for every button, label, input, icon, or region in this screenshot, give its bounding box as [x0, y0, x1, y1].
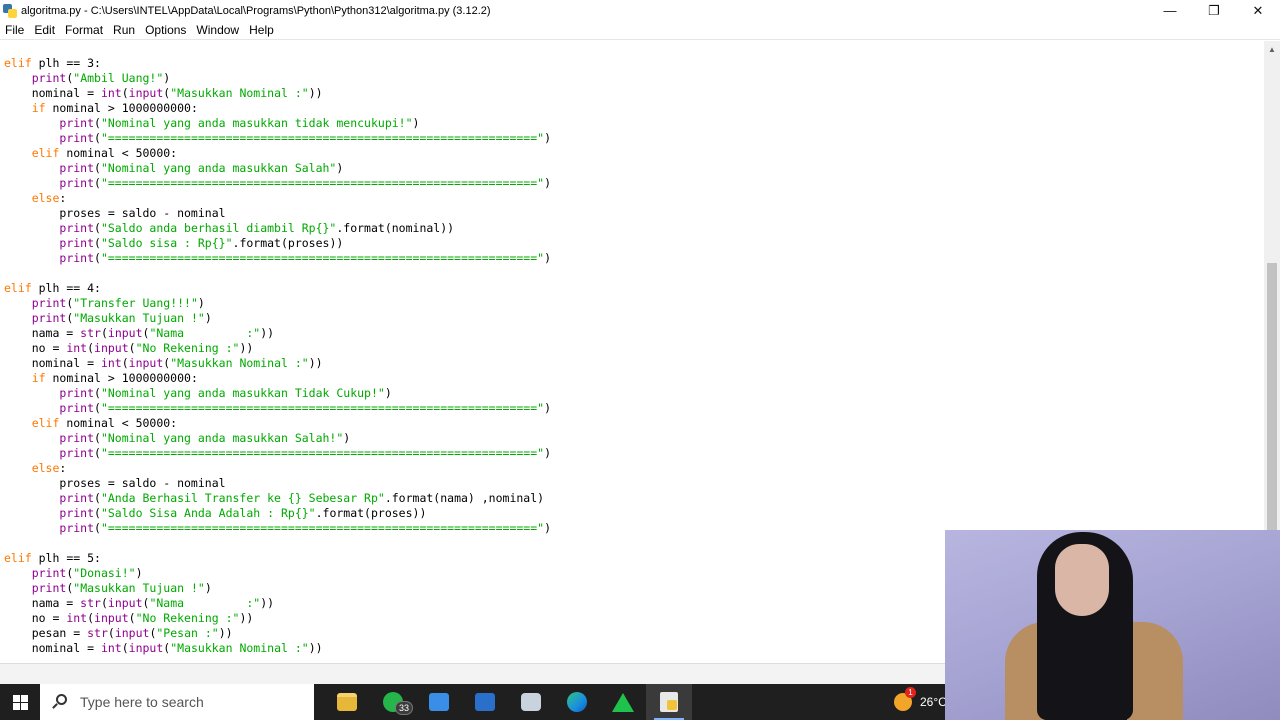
code-line[interactable]: print("Anda Berhasil Transfer ke {} Sebe… — [4, 491, 551, 506]
code-line[interactable]: print("=================================… — [4, 521, 551, 536]
menu-window[interactable]: Window — [191, 21, 244, 40]
taskbar-green-app[interactable] — [600, 684, 646, 720]
code-line[interactable]: else: — [4, 461, 551, 476]
code-line[interactable]: print("=================================… — [4, 131, 551, 146]
weather-badge: 1 — [905, 687, 916, 698]
minimize-button[interactable]: — — [1148, 0, 1192, 21]
window-controls: — ❐ ✕ — [1148, 0, 1280, 21]
whatsapp-badge: 33 — [395, 701, 414, 715]
taskbar-edge[interactable] — [554, 684, 600, 720]
code-line[interactable]: print("Ambil Uang!") — [4, 71, 551, 86]
code-line[interactable]: nama = str(input("Nama :")) — [4, 596, 551, 611]
code-line[interactable]: elif nominal < 50000: — [4, 146, 551, 161]
code-line[interactable]: nominal = int(input("Masukkan Nominal :"… — [4, 86, 551, 101]
code-line[interactable]: nominal = int(input("Masukkan Nominal :"… — [4, 641, 551, 656]
code-line[interactable]: print("=================================… — [4, 176, 551, 191]
code-line[interactable]: print("Donasi!") — [4, 566, 551, 581]
edge-browser-icon — [567, 692, 587, 712]
title-bar: algoritma.py - C:\Users\INTEL\AppData\Lo… — [0, 0, 1280, 21]
code-line[interactable]: print("Nominal yang anda masukkan tidak … — [4, 116, 551, 131]
mail-icon — [475, 693, 495, 711]
restore-button[interactable]: ❐ — [1192, 0, 1236, 21]
weather-temperature: 26°C — [920, 695, 947, 709]
file-explorer-icon — [337, 693, 357, 711]
window-title: algoritma.py - C:\Users\INTEL\AppData\Lo… — [21, 4, 491, 17]
webcam-overlay — [945, 530, 1280, 720]
taskbar-apps: 33 — [324, 684, 692, 720]
taskbar-mail[interactable] — [462, 684, 508, 720]
search-placeholder: Type here to search — [80, 694, 204, 710]
code-line[interactable]: elif plh == 3: — [4, 56, 551, 71]
code-line[interactable]: print("=================================… — [4, 251, 551, 266]
code-line[interactable]: print("Masukkan Tujuan !") — [4, 311, 551, 326]
taskbar-microsoft-store[interactable] — [416, 684, 462, 720]
start-button[interactable] — [0, 684, 40, 720]
taskbar-camera[interactable] — [508, 684, 554, 720]
menu-edit[interactable]: Edit — [29, 21, 60, 40]
code-line[interactable]: print("Transfer Uang!!!") — [4, 296, 551, 311]
code-text-area[interactable]: elif plh == 3: print("Ambil Uang!") nomi… — [4, 56, 551, 656]
microsoft-store-icon — [429, 693, 449, 711]
webcam-person-face — [1055, 544, 1109, 616]
code-line[interactable] — [4, 536, 551, 551]
camera-icon — [521, 693, 541, 711]
python-idle-icon — [660, 692, 678, 712]
windows-logo-icon — [12, 694, 28, 710]
taskbar-search-box[interactable]: Type here to search — [40, 684, 314, 720]
code-line[interactable]: elif plh == 4: — [4, 281, 551, 296]
code-line[interactable]: print("=================================… — [4, 446, 551, 461]
python-file-icon — [3, 3, 17, 18]
code-line[interactable]: print("Nominal yang anda masukkan Tidak … — [4, 386, 551, 401]
code-line[interactable]: nominal = int(input("Masukkan Nominal :"… — [4, 356, 551, 371]
code-line[interactable]: print("Saldo sisa : Rp{}".format(proses)… — [4, 236, 551, 251]
taskbar-python-idle[interactable] — [646, 684, 692, 720]
code-line[interactable]: proses = saldo - nominal — [4, 476, 551, 491]
weather-icon[interactable]: 1 — [894, 687, 916, 711]
code-line[interactable]: proses = saldo - nominal — [4, 206, 551, 221]
code-line[interactable]: no = int(input("No Rekening :")) — [4, 341, 551, 356]
code-line[interactable]: print("Masukkan Tujuan !") — [4, 581, 551, 596]
code-line[interactable]: print("Nominal yang anda masukkan Salah"… — [4, 161, 551, 176]
menu-help[interactable]: Help — [244, 21, 279, 40]
code-line[interactable]: else: — [4, 191, 551, 206]
taskbar-file-explorer[interactable] — [324, 684, 370, 720]
code-line[interactable]: pesan = str(input("Pesan :")) — [4, 626, 551, 641]
code-line[interactable]: elif nominal < 50000: — [4, 416, 551, 431]
system-tray: 1 26°C — [894, 684, 947, 720]
scroll-up-arrow-icon[interactable]: ▲ — [1264, 41, 1280, 57]
code-line[interactable]: if nominal > 1000000000: — [4, 371, 551, 386]
code-line[interactable]: print("Saldo Sisa Anda Adalah : Rp{}".fo… — [4, 506, 551, 521]
menu-bar: File Edit Format Run Options Window Help — [0, 21, 1280, 40]
close-button[interactable]: ✕ — [1236, 0, 1280, 21]
code-line[interactable]: nama = str(input("Nama :")) — [4, 326, 551, 341]
code-line[interactable]: print("Nominal yang anda masukkan Salah!… — [4, 431, 551, 446]
code-line[interactable]: elif plh == 5: — [4, 551, 551, 566]
code-line[interactable]: print("Saldo anda berhasil diambil Rp{}"… — [4, 221, 551, 236]
code-line[interactable] — [4, 266, 551, 281]
menu-file[interactable]: File — [0, 21, 29, 40]
taskbar-whatsapp[interactable]: 33 — [370, 684, 416, 720]
search-icon — [52, 694, 68, 710]
code-line[interactable]: no = int(input("No Rekening :")) — [4, 611, 551, 626]
scrollbar-thumb[interactable] — [1267, 263, 1277, 553]
menu-format[interactable]: Format — [60, 21, 108, 40]
menu-options[interactable]: Options — [140, 21, 191, 40]
code-line[interactable]: print("=================================… — [4, 401, 551, 416]
code-line[interactable]: if nominal > 1000000000: — [4, 101, 551, 116]
menu-run[interactable]: Run — [108, 21, 140, 40]
green-triangle-app-icon — [612, 692, 634, 712]
